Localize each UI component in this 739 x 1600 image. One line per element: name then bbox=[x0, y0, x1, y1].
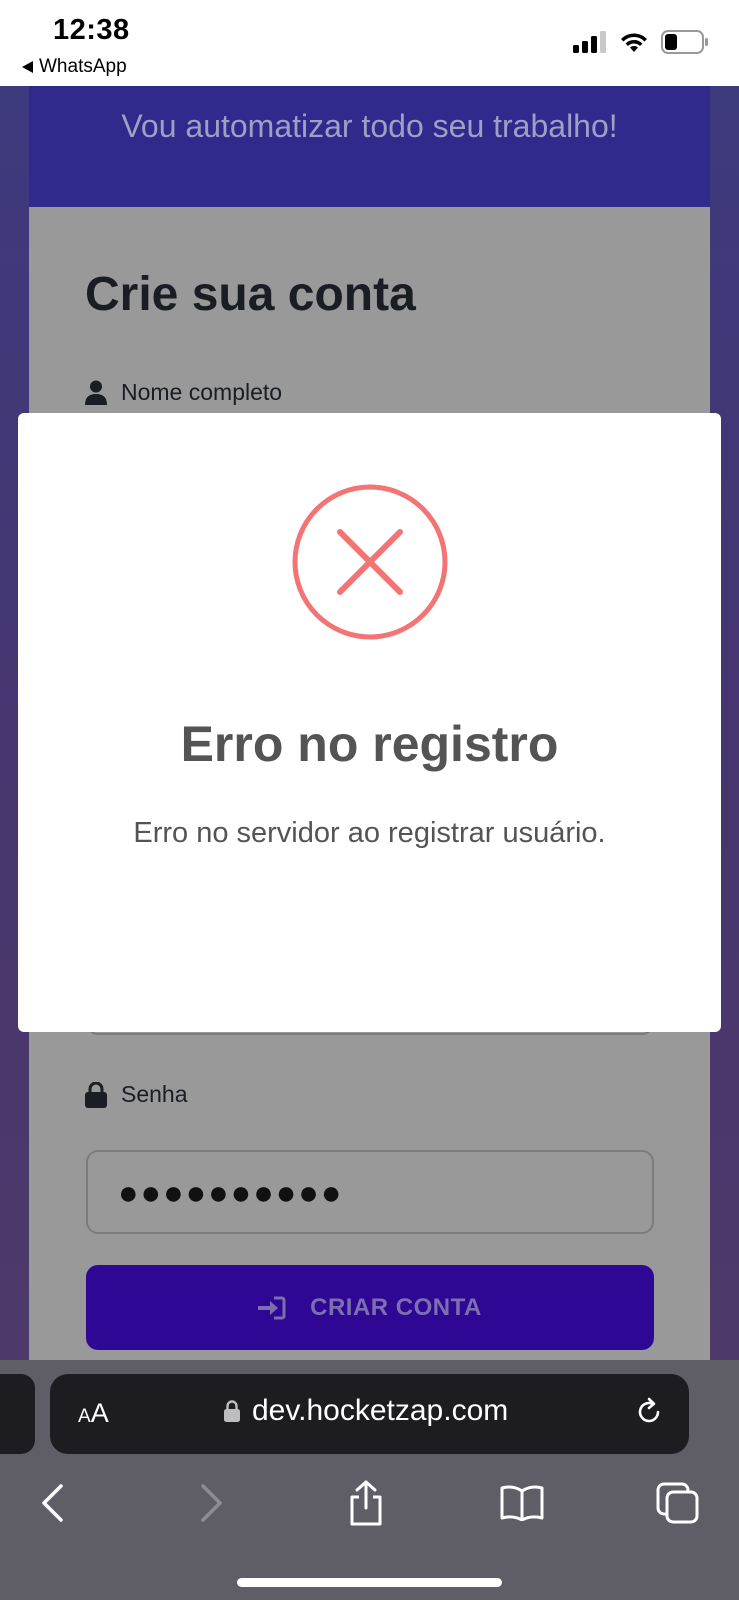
address-bar[interactable]: AA dev.hocketzap.com bbox=[50, 1374, 689, 1454]
user-icon bbox=[85, 380, 107, 405]
reload-icon[interactable] bbox=[633, 1396, 665, 1428]
battery-icon bbox=[661, 30, 708, 54]
home-indicator[interactable] bbox=[237, 1578, 502, 1587]
signal-icon bbox=[573, 31, 606, 53]
tabs-button[interactable] bbox=[653, 1478, 703, 1528]
tabs-icon bbox=[656, 1482, 699, 1524]
aa-large: A bbox=[90, 1398, 109, 1428]
back-button[interactable] bbox=[27, 1478, 77, 1528]
bookmarks-button[interactable] bbox=[497, 1478, 547, 1528]
previous-tab-preview[interactable] bbox=[0, 1374, 35, 1454]
share-icon bbox=[350, 1480, 382, 1526]
forward-button[interactable] bbox=[187, 1478, 237, 1528]
back-app-label: WhatsApp bbox=[39, 56, 127, 77]
lock-icon bbox=[224, 1400, 240, 1422]
url-text: dev.hocketzap.com bbox=[252, 1394, 509, 1427]
wifi-icon bbox=[621, 33, 647, 52]
error-dialog: Erro no registro Erro no servidor ao reg… bbox=[18, 413, 721, 1032]
status-bar: 12:38 WhatsApp bbox=[0, 0, 739, 86]
chevron-left-icon bbox=[42, 1484, 63, 1522]
share-button[interactable] bbox=[341, 1478, 391, 1528]
hero-banner: Vou automatizar todo seu trabalho! bbox=[29, 86, 710, 207]
password-input[interactable]: ●●●●●●●●●● bbox=[86, 1150, 654, 1234]
back-arrow-icon bbox=[22, 61, 33, 73]
password-label-text: Senha bbox=[121, 1081, 188, 1107]
book-icon bbox=[500, 1485, 544, 1521]
lock-icon bbox=[85, 1081, 107, 1108]
create-account-label: CRIAR CONTA bbox=[310, 1293, 482, 1321]
password-value: ●●●●●●●●●● bbox=[118, 1174, 344, 1212]
back-to-app-link[interactable]: WhatsApp bbox=[22, 56, 127, 78]
reader-settings-button[interactable]: AA bbox=[78, 1398, 109, 1429]
signup-title: Crie sua conta bbox=[85, 268, 416, 321]
name-label-text: Nome completo bbox=[121, 379, 283, 405]
name-field-label: Nome completo bbox=[85, 379, 282, 406]
browser-toolbar: AA dev.hocketzap.com bbox=[0, 1360, 739, 1600]
error-x-icon bbox=[292, 484, 448, 640]
url-display[interactable]: dev.hocketzap.com bbox=[224, 1394, 508, 1428]
password-field-label: Senha bbox=[85, 1081, 188, 1108]
aa-small: A bbox=[78, 1406, 91, 1427]
dialog-message: Erro no servidor ao registrar usuário. bbox=[133, 817, 606, 849]
hero-tagline: Vou automatizar todo seu trabalho! bbox=[121, 108, 618, 144]
chevron-right-icon bbox=[201, 1484, 222, 1522]
status-time: 12:38 bbox=[53, 14, 130, 46]
create-account-button[interactable]: CRIAR CONTA bbox=[86, 1265, 654, 1350]
dialog-title: Erro no registro bbox=[180, 716, 559, 772]
sign-in-icon bbox=[258, 1296, 286, 1319]
status-icons bbox=[573, 30, 709, 54]
